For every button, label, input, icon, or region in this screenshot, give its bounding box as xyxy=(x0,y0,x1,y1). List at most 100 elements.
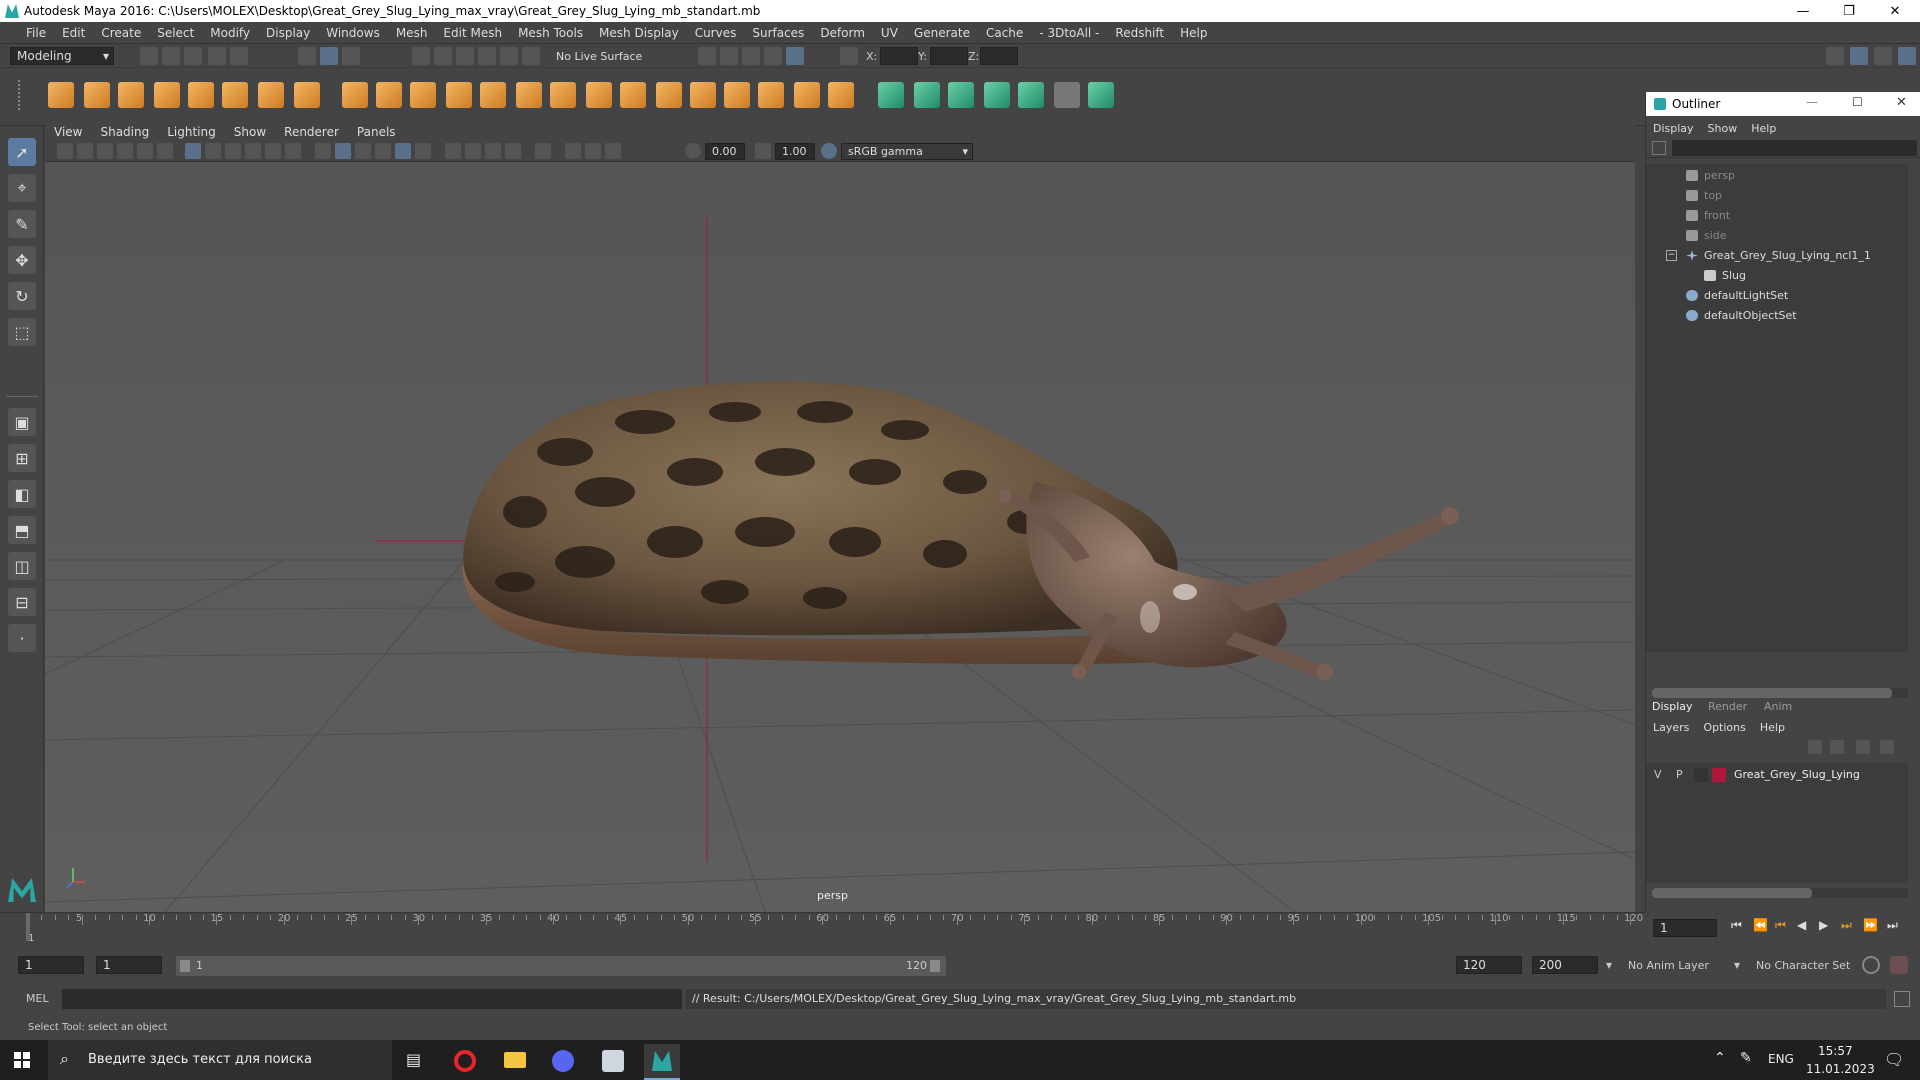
outliner-menu-item-2[interactable]: Help xyxy=(1744,122,1783,135)
undo-icon[interactable] xyxy=(208,47,226,65)
playback-end-field[interactable]: 120 xyxy=(1456,956,1522,974)
chevron-down-icon[interactable]: ▾ xyxy=(1606,958,1612,972)
language-indicator[interactable]: ENG xyxy=(1768,1052,1794,1066)
outliner-item[interactable]: side xyxy=(1646,226,1908,246)
separate-icon[interactable] xyxy=(376,82,402,108)
tool-settings-toggle-icon[interactable] xyxy=(1898,47,1916,65)
snap-view-icon[interactable] xyxy=(478,47,496,65)
new-layer-selected-icon[interactable] xyxy=(1880,740,1894,754)
step-forward-key-icon[interactable]: ⏭ xyxy=(1841,918,1852,933)
hypershade-icon[interactable] xyxy=(764,47,782,65)
filter-icon[interactable] xyxy=(1652,141,1666,155)
menu-item-1[interactable]: Edit xyxy=(54,26,93,40)
backface-icon[interactable] xyxy=(505,143,521,159)
viewport-menu-item-0[interactable]: View xyxy=(45,125,91,139)
layer-playback-toggle[interactable]: P xyxy=(1676,768,1683,781)
bookmark-icon[interactable] xyxy=(97,143,113,159)
outliner-persp-layout-icon[interactable]: ◧ xyxy=(8,480,36,508)
mode-select[interactable]: Modeling ▾ xyxy=(10,47,114,65)
uv-layout-icon[interactable] xyxy=(1088,82,1114,108)
layer-tab-2[interactable]: Anim xyxy=(1764,700,1792,713)
command-input[interactable] xyxy=(62,989,682,1009)
uv-unfold-icon[interactable] xyxy=(1018,82,1044,108)
poly-cone-icon[interactable] xyxy=(154,82,180,108)
lasso-tool-icon[interactable]: ⌖ xyxy=(8,174,36,202)
menu-item-16[interactable]: Cache xyxy=(978,26,1031,40)
anim-end-field[interactable]: 200 xyxy=(1532,956,1598,974)
outliner-item[interactable]: − Great_Grey_Slug_Lying_ncl1_1 xyxy=(1646,246,1908,266)
make-live-icon[interactable] xyxy=(522,47,540,65)
frame-all-icon[interactable] xyxy=(565,143,581,159)
file-explorer-icon[interactable] xyxy=(504,1052,526,1068)
maya-home-icon[interactable] xyxy=(8,878,36,902)
close-button[interactable]: ✕ xyxy=(1872,0,1918,22)
menu-item-9[interactable]: Mesh Tools xyxy=(510,26,591,40)
menu-item-0[interactable]: File xyxy=(18,26,54,40)
play-back-icon[interactable]: ◀ xyxy=(1797,918,1806,932)
scale-tool-icon[interactable]: ⬚ xyxy=(8,318,36,346)
outliner-item[interactable]: Slug xyxy=(1646,266,1908,286)
extrude-icon[interactable] xyxy=(516,82,542,108)
menu-item-17[interactable]: - 3DtoAll - xyxy=(1031,26,1107,40)
rotate-tool-icon[interactable]: ↻ xyxy=(8,282,36,310)
layout-more-icon[interactable]: · xyxy=(8,624,36,652)
move-layer-up-icon[interactable] xyxy=(1808,740,1822,754)
clock-time[interactable]: 15:57 xyxy=(1818,1044,1853,1058)
menu-item-18[interactable]: Redshift xyxy=(1107,26,1172,40)
film-gate-icon[interactable] xyxy=(205,143,221,159)
manip-icon[interactable] xyxy=(535,143,551,159)
script-type-label[interactable]: MEL xyxy=(26,992,49,1005)
boolean-icon[interactable] xyxy=(480,82,506,108)
viewport-menu-item-1[interactable]: Shading xyxy=(91,125,158,139)
menu-item-6[interactable]: Windows xyxy=(318,26,388,40)
snap-point-icon[interactable] xyxy=(456,47,474,65)
bridge-icon[interactable] xyxy=(550,82,576,108)
gamma-field[interactable]: 1.00 xyxy=(775,143,815,160)
layer-row[interactable]: V P Great_Grey_Slug_Lying xyxy=(1646,766,1908,784)
viewport-menu-item-4[interactable]: Renderer xyxy=(275,125,348,139)
play-forward-icon[interactable]: ▶ xyxy=(1819,918,1828,932)
gate-mask-icon[interactable] xyxy=(245,143,261,159)
outliner-item[interactable]: front xyxy=(1646,206,1908,226)
outliner-menu-item-1[interactable]: Show xyxy=(1701,122,1745,135)
menu-item-7[interactable]: Mesh xyxy=(388,26,436,40)
pen-icon[interactable]: ✎ xyxy=(1740,1050,1752,1066)
viewport-menu-item-2[interactable]: Lighting xyxy=(158,125,225,139)
menu-item-12[interactable]: Surfaces xyxy=(744,26,812,40)
select-hierarchy-icon[interactable] xyxy=(298,47,316,65)
menu-item-8[interactable]: Edit Mesh xyxy=(435,26,510,40)
poly-sphere-icon[interactable] xyxy=(48,82,74,108)
shadows-icon[interactable] xyxy=(375,143,391,159)
step-back-icon[interactable]: ⏪ xyxy=(1753,918,1768,932)
menu-item-11[interactable]: Curves xyxy=(687,26,745,40)
insert-edge-loop-icon[interactable] xyxy=(656,82,682,108)
uv-planar-icon[interactable] xyxy=(878,82,904,108)
restore-button[interactable]: ❐ xyxy=(1826,0,1872,22)
viewport-menu-item-3[interactable]: Show xyxy=(225,125,275,139)
target-weld-icon[interactable] xyxy=(724,82,750,108)
menu-item-5[interactable]: Display xyxy=(258,26,318,40)
exposure-field[interactable]: 0.00 xyxy=(705,143,745,160)
new-scene-icon[interactable] xyxy=(140,47,158,65)
wireframe-icon[interactable] xyxy=(315,143,331,159)
layer-menu-item-0[interactable]: Layers xyxy=(1646,721,1696,734)
outliner-minimize-button[interactable]: — xyxy=(1806,95,1818,109)
taskbar-search-box[interactable]: ⌕ Введите здесь текст для поиска xyxy=(48,1040,392,1080)
single-perspective-layout-icon[interactable]: ▣ xyxy=(8,408,36,436)
poly-cube-icon[interactable] xyxy=(84,82,110,108)
tray-chevron-up-icon[interactable]: ⌃ xyxy=(1714,1050,1726,1066)
transform-mode-icon[interactable] xyxy=(840,47,858,65)
smooth-icon[interactable] xyxy=(446,82,472,108)
snap-curve-icon[interactable] xyxy=(434,47,452,65)
shelf-options-icon[interactable] xyxy=(18,80,32,110)
task-view-icon[interactable]: ▤ xyxy=(406,1050,421,1069)
chevron-down-icon[interactable]: ▾ xyxy=(1734,958,1740,972)
menu-item-4[interactable]: Modify xyxy=(202,26,258,40)
center-pivot-icon[interactable] xyxy=(828,82,854,108)
layer-visibility-toggle[interactable]: V xyxy=(1654,768,1662,781)
time-slider[interactable]: 5 10 15 20 25 30 35 40 45 50 55 60 65 70 75 80 85 90 95 100… xyxy=(0,912,1645,944)
anim-prefs-icon[interactable] xyxy=(1890,956,1908,974)
menu-item-3[interactable]: Select xyxy=(149,26,202,40)
select-tool-icon[interactable]: ➚ xyxy=(8,138,36,166)
range-slider[interactable]: 1 120 xyxy=(176,956,946,976)
